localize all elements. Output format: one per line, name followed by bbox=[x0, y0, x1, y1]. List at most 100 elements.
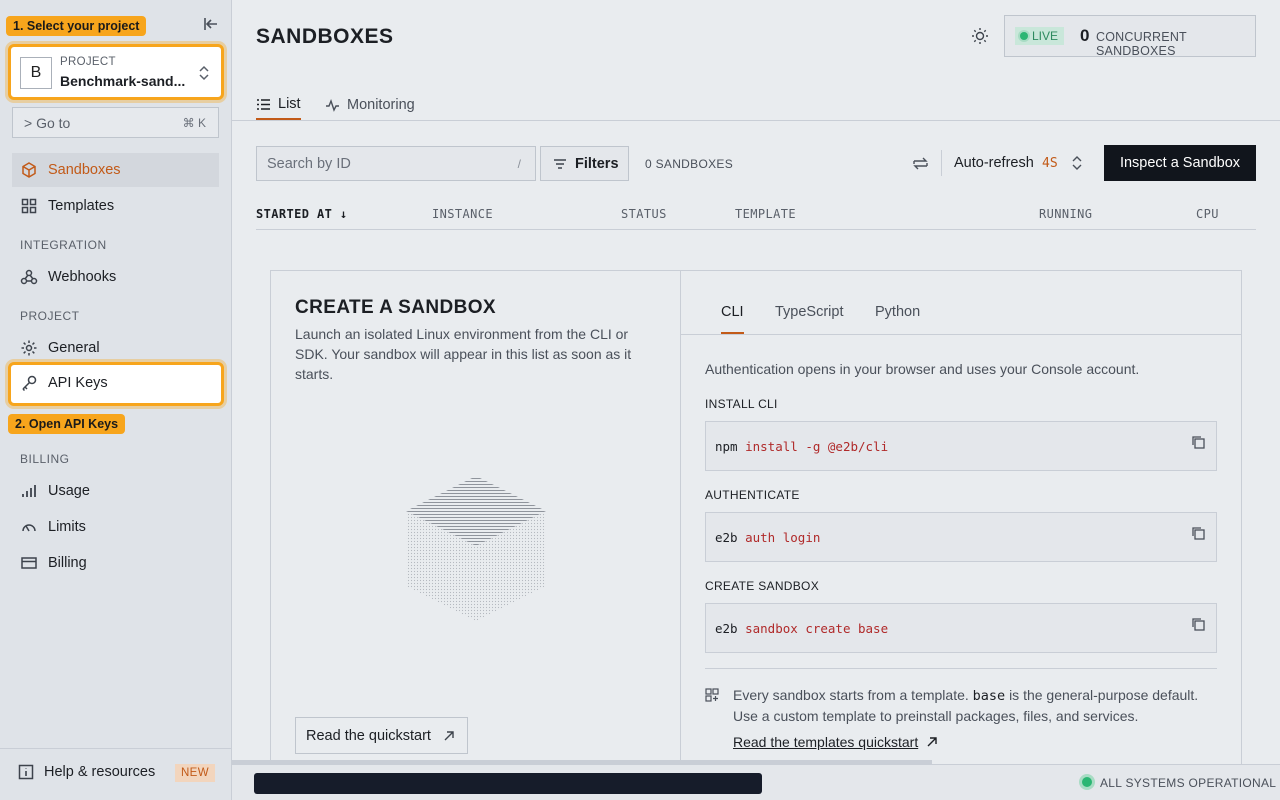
create-description: Launch an isolated Linux environment fro… bbox=[295, 326, 632, 382]
column-started-at[interactable]: STARTED AT ↓ bbox=[256, 207, 348, 221]
project-selector[interactable]: B PROJECT Benchmark-sand... bbox=[8, 44, 224, 100]
chevron-up-down-icon[interactable] bbox=[1071, 155, 1083, 171]
project-avatar: B bbox=[20, 57, 52, 89]
inspect-sandbox-button[interactable]: Inspect a Sandbox bbox=[1104, 145, 1256, 181]
goto-label: > Go to bbox=[24, 115, 71, 131]
activity-icon bbox=[326, 98, 339, 112]
filters-button[interactable]: Filters bbox=[540, 146, 629, 181]
external-link-icon bbox=[927, 737, 937, 747]
live-badge: LIVE bbox=[1015, 27, 1065, 45]
live-label: LIVE bbox=[1032, 29, 1059, 43]
auth-note: Authentication opens in your browser and… bbox=[705, 361, 1140, 377]
tab-list[interactable]: List bbox=[256, 90, 301, 120]
column-instance: INSTANCE bbox=[432, 207, 493, 221]
key-icon bbox=[22, 375, 37, 392]
filters-label: Filters bbox=[575, 155, 619, 172]
toolbar-divider bbox=[941, 150, 942, 176]
template-icon bbox=[705, 688, 719, 702]
project-name: Benchmark-sand... bbox=[60, 73, 186, 89]
sidebar-item-usage[interactable]: Usage bbox=[12, 474, 219, 508]
auto-refresh-label: Auto-refresh bbox=[954, 155, 1034, 171]
sidebar-item-label: General bbox=[48, 340, 100, 356]
code-block-install: npm install -g @e2b/cli bbox=[705, 421, 1217, 471]
auto-refresh-value[interactable]: 4S bbox=[1042, 156, 1058, 171]
section-label-billing: BILLING bbox=[20, 452, 70, 466]
collapse-sidebar-icon[interactable] bbox=[201, 14, 221, 34]
help-resources[interactable]: Help & resources NEW bbox=[0, 748, 231, 800]
help-label: Help & resources bbox=[44, 764, 156, 780]
project-label: PROJECT bbox=[60, 56, 116, 68]
step-label: AUTHENTICATE bbox=[705, 488, 800, 502]
copy-icon[interactable] bbox=[1191, 526, 1206, 541]
sidebar-item-general[interactable]: General bbox=[12, 331, 219, 365]
search-input[interactable]: Search by ID / bbox=[256, 146, 536, 181]
tab-cli[interactable]: CLI bbox=[721, 304, 744, 334]
code-text: e2b auth login bbox=[715, 530, 821, 545]
sidebar-item-label: Billing bbox=[48, 555, 87, 571]
sandbox-count: 0 SANDBOXES bbox=[645, 157, 733, 171]
quickstart-button[interactable]: Read the quickstart bbox=[295, 717, 468, 754]
goto-command-button[interactable]: > Go to ⌘ K bbox=[12, 107, 219, 138]
footer: ALL SYSTEMS OPERATIONAL bbox=[232, 764, 1280, 800]
tab-monitoring[interactable]: Monitoring bbox=[325, 90, 415, 120]
info-icon bbox=[18, 764, 34, 780]
sidebar-item-billing[interactable]: Billing bbox=[12, 546, 219, 580]
copy-icon[interactable] bbox=[1191, 435, 1206, 450]
templates-link-label: Read the templates quickstart bbox=[733, 734, 919, 750]
concurrent-count: 0 bbox=[1080, 26, 1090, 45]
footer-progress-bar bbox=[254, 773, 762, 794]
sidebar-item-api-keys[interactable]: API Keys bbox=[8, 362, 224, 406]
code-block-create: e2b sandbox create base bbox=[705, 603, 1217, 653]
sidebar: 1. Select your project B PROJECT Benchma… bbox=[0, 0, 232, 800]
page-title: SANDBOXES bbox=[256, 25, 394, 48]
system-status[interactable]: ALL SYSTEMS OPERATIONAL bbox=[1100, 776, 1276, 790]
sidebar-item-webhooks[interactable]: Webhooks bbox=[12, 260, 219, 294]
create-title: CREATE A SANDBOX bbox=[295, 297, 496, 318]
sidebar-item-label: Sandboxes bbox=[48, 162, 121, 178]
sidebar-item-label: Webhooks bbox=[48, 269, 117, 285]
create-intro: CREATE A SANDBOX Launch an isolated Linu… bbox=[271, 271, 681, 771]
sidebar-item-sandboxes[interactable]: Sandboxes bbox=[12, 153, 219, 187]
sun-icon[interactable] bbox=[970, 26, 990, 46]
tab-typescript[interactable]: TypeScript bbox=[775, 304, 844, 320]
step-label: CREATE SANDBOX bbox=[705, 579, 819, 593]
table-header: STARTED AT ↓ INSTANCE STATUS TEMPLATE RU… bbox=[256, 199, 1256, 230]
sidebar-item-label: Templates bbox=[48, 198, 115, 214]
code-tabs: CLI TypeScript Python bbox=[681, 271, 1242, 335]
external-link-icon bbox=[444, 730, 454, 740]
templates-quickstart-link[interactable]: Read the templates quickstart bbox=[733, 734, 938, 750]
bar-chart-icon bbox=[22, 485, 36, 497]
status-dot-icon bbox=[1082, 777, 1092, 787]
grid-icon bbox=[21, 198, 37, 214]
column-running: RUNNING bbox=[1039, 207, 1093, 221]
goto-shortcut: ⌘ K bbox=[182, 116, 206, 130]
sidebar-item-label: API Keys bbox=[48, 375, 108, 391]
template-note: Every sandbox starts from a template. ba… bbox=[733, 687, 1199, 724]
step-label: INSTALL CLI bbox=[705, 397, 778, 411]
list-icon bbox=[257, 98, 270, 110]
sidebar-item-templates[interactable]: Templates bbox=[12, 189, 219, 223]
search-shortcut: / bbox=[517, 157, 521, 171]
new-badge: NEW bbox=[174, 764, 215, 782]
gauge-icon bbox=[22, 524, 36, 532]
create-instructions: CLI TypeScript Python Authentication ope… bbox=[681, 271, 1242, 771]
search-placeholder: Search by ID bbox=[267, 156, 351, 172]
gear-icon bbox=[21, 340, 37, 356]
cube-illustration bbox=[406, 476, 546, 621]
tab-label: Monitoring bbox=[347, 97, 415, 113]
repeat-icon[interactable] bbox=[912, 155, 929, 172]
code-text: e2b sandbox create base bbox=[715, 621, 889, 636]
concurrent-label: CONCURRENT SANDBOXES bbox=[1096, 30, 1187, 58]
divider bbox=[705, 668, 1217, 669]
copy-icon[interactable] bbox=[1191, 617, 1206, 632]
sidebar-item-label: Limits bbox=[48, 519, 86, 535]
live-status-panel: LIVE 0 CONCURRENT SANDBOXES bbox=[1004, 15, 1256, 58]
callout-select-project: 1. Select your project bbox=[6, 16, 147, 36]
live-dot-icon bbox=[1020, 32, 1028, 40]
main-content: SANDBOXES LIVE 0 CONCURRENT SANDBOXES Li… bbox=[232, 0, 1280, 800]
tab-python[interactable]: Python bbox=[875, 304, 920, 320]
view-tabs: List Monitoring bbox=[232, 80, 1280, 121]
sidebar-item-limits[interactable]: Limits bbox=[12, 510, 219, 544]
tab-label: List bbox=[278, 96, 301, 112]
column-status: STATUS bbox=[621, 207, 667, 221]
